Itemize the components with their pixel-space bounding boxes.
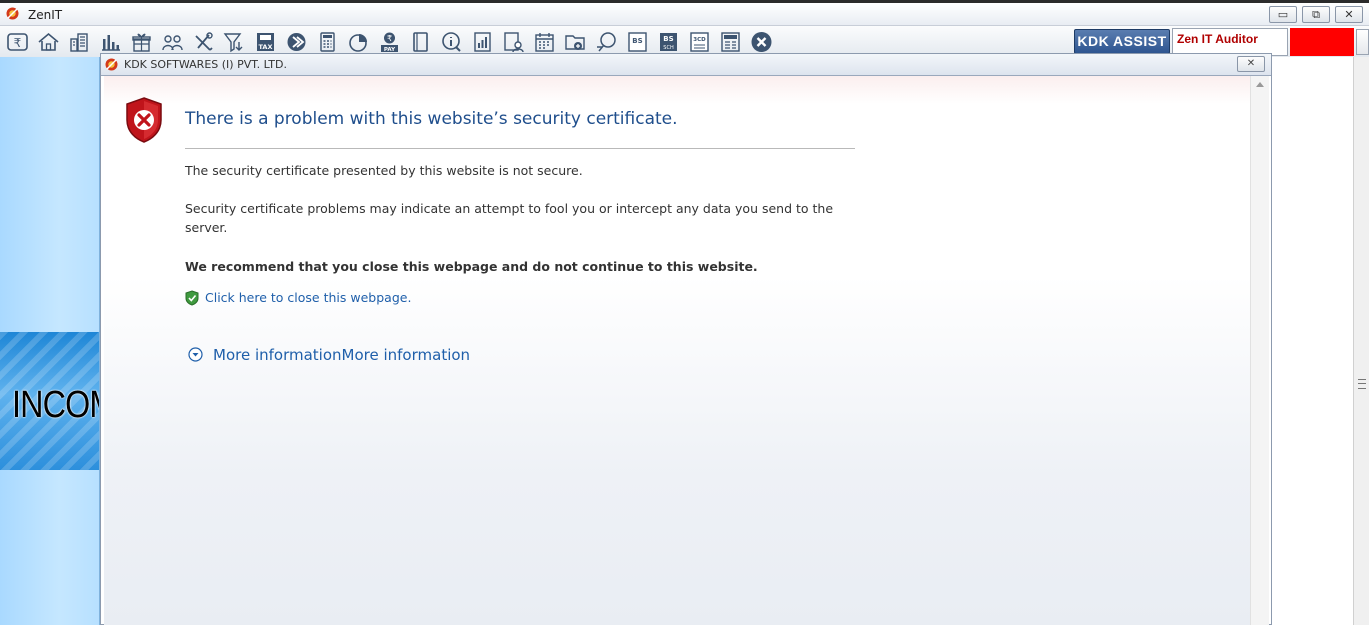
pay-icon[interactable]: ₹ PAY — [378, 31, 401, 53]
calendar-icon[interactable] — [533, 31, 556, 53]
folder-icon[interactable] — [564, 31, 587, 53]
divider — [185, 148, 855, 149]
app-title-bar: ZenIT ▭ ⧉ ✕ — [0, 0, 1369, 26]
page-scrollbar[interactable] — [1250, 76, 1269, 625]
rupee-icon[interactable]: ₹ — [6, 31, 29, 53]
page-title: There is a problem with this website’s s… — [185, 109, 678, 129]
close-webpage-link[interactable]: Click here to close this webpage. — [205, 290, 411, 305]
zenit-logo-icon — [6, 7, 19, 20]
svg-text:₹: ₹ — [387, 34, 392, 43]
bs-label: BS — [632, 37, 642, 45]
browser-dialog: KDK SOFTWARES (I) PVT. LTD. ✕ There is a… — [100, 53, 1272, 625]
certificate-error-page: There is a problem with this website’s s… — [104, 76, 1250, 625]
bs-sch-bs-label: BS — [663, 35, 673, 43]
dialog-close-button[interactable]: ✕ — [1237, 56, 1265, 72]
scroll-grip[interactable] — [1358, 379, 1366, 389]
home-icon[interactable] — [37, 31, 60, 53]
dialog-title-bar: KDK SOFTWARES (I) PVT. LTD. ✕ — [101, 54, 1271, 76]
right-strip — [1272, 57, 1353, 625]
3cd-icon[interactable]: 3CD — [688, 31, 711, 53]
gift-icon[interactable] — [130, 31, 153, 53]
app-title: ZenIT — [28, 8, 63, 22]
building-icon[interactable] — [68, 31, 91, 53]
outer-scrollbar[interactable] — [1353, 57, 1369, 625]
kdk-assist-button[interactable]: KDK ASSIST — [1074, 29, 1170, 54]
3cd-label: 3CD — [693, 37, 706, 43]
pie-icon[interactable] — [347, 31, 370, 53]
toolbar-overflow-button[interactable] — [1356, 29, 1369, 55]
tools-icon[interactable] — [192, 31, 215, 53]
green-shield-icon — [185, 290, 199, 306]
chevron-down-circle-icon[interactable] — [188, 347, 203, 362]
banner-text: INCOM — [12, 384, 99, 426]
bs-sch-icon[interactable]: BS SCH — [657, 31, 680, 53]
info-icon[interactable] — [440, 31, 463, 53]
calculator-icon[interactable] — [316, 31, 339, 53]
certificate-message: The security certificate presented by th… — [185, 163, 583, 178]
more-information-link[interactable]: More informationMore information — [213, 346, 470, 364]
status-indicator — [1290, 28, 1354, 56]
tax-label: TAX — [259, 43, 273, 51]
tax-icon[interactable]: TAX — [254, 31, 277, 53]
globe-icon[interactable] — [595, 31, 618, 53]
restore-button[interactable]: ⧉ — [1302, 6, 1330, 23]
bs-icon[interactable]: BS — [626, 31, 649, 53]
users-icon[interactable] — [161, 31, 184, 53]
scroll-up-arrow-icon[interactable] — [1256, 82, 1264, 87]
kdk-logo-icon — [105, 58, 118, 71]
dialog-title: KDK SOFTWARES (I) PVT. LTD. — [124, 58, 287, 71]
form-icon[interactable] — [719, 31, 742, 53]
recommendation-text: We recommend that you close this webpage… — [185, 259, 758, 274]
zen-it-auditor-label: Zen IT Auditor — [1172, 28, 1288, 56]
minimize-button[interactable]: ▭ — [1269, 6, 1297, 23]
certificate-warning: Security certificate problems may indica… — [185, 201, 834, 235]
security-shield-icon — [126, 97, 162, 143]
left-panel: INCOM — [0, 57, 100, 625]
income-tax-banner: INCOM — [0, 332, 99, 470]
filter-icon[interactable] — [223, 31, 246, 53]
svg-text:₹: ₹ — [14, 36, 22, 50]
bar-chart-icon[interactable] — [99, 31, 122, 53]
arrow-circle-icon[interactable] — [285, 31, 308, 53]
sch-label: SCH — [663, 45, 674, 51]
close-window-button[interactable]: ✕ — [1335, 6, 1363, 23]
book-icon[interactable] — [409, 31, 432, 53]
close-circle-icon[interactable] — [750, 31, 773, 53]
user-doc-icon[interactable] — [502, 31, 525, 53]
report-icon[interactable] — [471, 31, 494, 53]
